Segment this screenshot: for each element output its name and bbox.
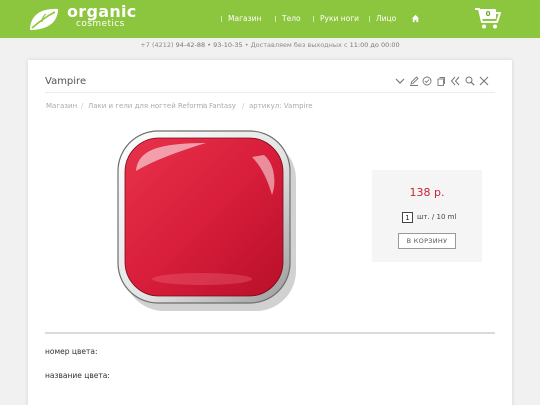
add-to-cart-button[interactable]: В КОРЗИНУ	[398, 233, 456, 249]
color-number-label: номер цвета:	[45, 347, 98, 356]
chevron-down-icon[interactable]	[395, 76, 405, 86]
contact-line: +7 (4212) 94-42-88 • 93-10-35 • Доставля…	[0, 40, 540, 50]
phone-numbers: 94-42-88 • 93-10-35	[175, 41, 243, 49]
breadcrumb-article: артикул: Vampire	[249, 102, 313, 110]
phone-prefix: +7 (4212)	[140, 41, 174, 49]
breadcrumb-separator: /	[242, 102, 245, 110]
nav-item-body[interactable]: Тело	[275, 13, 301, 25]
breadcrumb-shop[interactable]: Магазин	[46, 102, 77, 110]
check-circle-icon[interactable]	[422, 76, 432, 86]
unit-label: шт. / 10 ml	[417, 213, 457, 221]
breadcrumb-separator: /	[202, 102, 205, 110]
product-title: Vampire	[45, 76, 87, 87]
close-icon[interactable]	[479, 76, 489, 86]
leaf-logo-icon	[30, 8, 58, 30]
breadcrumb-separator: /	[81, 102, 84, 110]
delivery-hours: 11:00 до 00:00	[349, 41, 400, 49]
nav-item-hands-feet[interactable]: Руки ноги	[312, 13, 359, 25]
product-color-swatch-image[interactable]	[116, 129, 300, 313]
logo[interactable]: organic cosmetics	[28, 3, 178, 34]
double-chevron-left-icon[interactable]	[450, 76, 460, 86]
section-divider	[45, 332, 495, 334]
cart-count-badge[interactable]: 0	[480, 9, 496, 19]
title-divider	[45, 92, 495, 93]
product-price: 138 р.	[409, 186, 445, 199]
copy-icon[interactable]	[436, 76, 446, 86]
breadcrumb-category[interactable]: Лаки и гели для ногтей Reforma	[88, 102, 207, 110]
price-panel: 138 р. шт. / 10 ml В КОРЗИНУ	[372, 170, 482, 262]
quantity-input[interactable]	[402, 212, 413, 223]
product-card: Vampire Магазин / Лаки и гели для ногтей…	[28, 60, 512, 405]
top-bar: organic cosmetics Магазин Тело Руки ноги…	[0, 0, 540, 38]
home-icon[interactable]	[411, 14, 420, 23]
pencil-icon[interactable]	[409, 76, 419, 86]
breadcrumb-collection[interactable]: Fantasy	[209, 102, 236, 110]
logo-subword: cosmetics	[76, 19, 125, 29]
nav-item-shop[interactable]: Магазин	[220, 13, 261, 25]
color-name-label: название цвета:	[45, 371, 110, 380]
nav-item-face[interactable]: Лицо	[368, 13, 396, 25]
search-icon[interactable]	[465, 76, 475, 86]
delivery-text: • Доставляем без выходных с	[244, 41, 348, 49]
